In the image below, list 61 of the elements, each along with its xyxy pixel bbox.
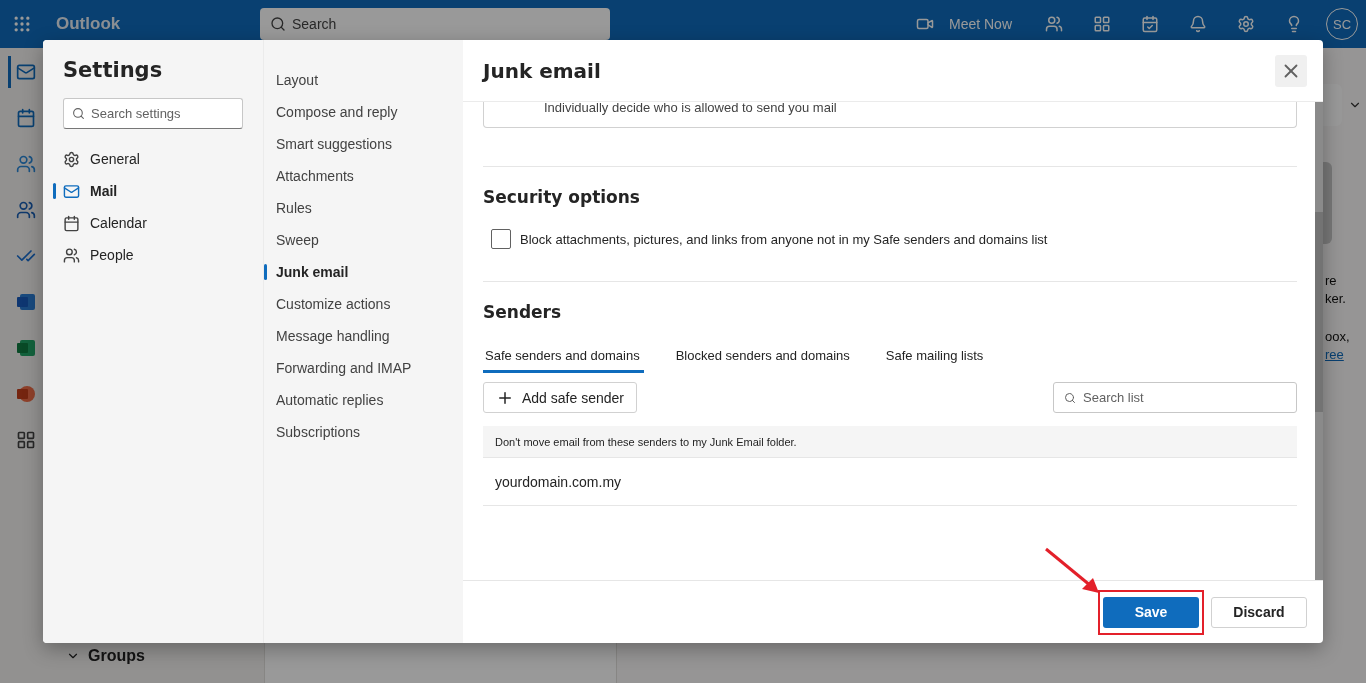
app-name: Outlook bbox=[56, 14, 122, 34]
section-heading: Security options bbox=[483, 186, 641, 208]
app-launcher-icon[interactable] bbox=[12, 14, 32, 34]
search-icon bbox=[72, 107, 85, 120]
tab[interactable]: Safe senders and domains bbox=[483, 342, 644, 373]
info-bar: Don't move email from these senders to my Junk Email folder. bbox=[483, 426, 1297, 458]
calendar-icon bbox=[15, 108, 36, 128]
search-field[interactable]: Search bbox=[260, 8, 610, 40]
people-icon bbox=[15, 154, 36, 174]
search-icon bbox=[1064, 391, 1076, 404]
search-settings-field[interactable]: Search settings bbox=[63, 98, 243, 129]
tab[interactable]: Blocked senders and domains bbox=[673, 342, 854, 373]
settings-subcategory[interactable]: Sweep bbox=[264, 224, 463, 256]
text-fragment: ker. bbox=[1325, 290, 1347, 308]
spreadsheet-icon bbox=[15, 338, 36, 358]
word-icon bbox=[15, 292, 36, 312]
group-icon bbox=[15, 200, 36, 220]
settings-subcategory[interactable]: Customize actions bbox=[264, 288, 463, 320]
settings-subcategory[interactable]: Attachments bbox=[264, 160, 463, 192]
checkbox-label: Block attachments, pictures, and links from anyone not in my Safe senders and domains list bbox=[520, 231, 1048, 247]
meet-now-button[interactable]: Meet Now bbox=[948, 16, 1012, 32]
settings-subcategory[interactable]: Layout bbox=[264, 64, 463, 96]
settings-subcategory[interactable]: Automatic replies bbox=[264, 384, 463, 416]
search-icon bbox=[270, 16, 286, 32]
settings-category[interactable]: Calendar bbox=[53, 207, 243, 239]
settings-subcategory[interactable]: Rules bbox=[264, 192, 463, 224]
settings-icon bbox=[63, 150, 80, 168]
settings-category[interactable]: General bbox=[53, 143, 243, 175]
apps-icon bbox=[15, 430, 36, 450]
checkbox[interactable] bbox=[491, 229, 511, 249]
mail-icon bbox=[15, 62, 36, 82]
text-fragment: re bbox=[1325, 272, 1338, 290]
add-safe-sender-button[interactable]: Add safe sender bbox=[483, 382, 637, 413]
settings-subcategory[interactable]: Smart suggestions bbox=[264, 128, 463, 160]
people-icon bbox=[63, 246, 80, 264]
search-list-field[interactable]: Search list bbox=[1053, 382, 1297, 413]
mail-icon bbox=[63, 182, 80, 200]
calendar-icon bbox=[63, 214, 80, 232]
presentation-icon bbox=[15, 384, 36, 404]
sender-entry[interactable]: yourdomain.com.my bbox=[483, 458, 1297, 506]
dialog-title: Settings bbox=[63, 58, 164, 82]
save-button[interactable]: Save bbox=[1103, 596, 1199, 628]
settings-icon[interactable] bbox=[1237, 15, 1255, 33]
text-fragment: oox, bbox=[1325, 328, 1351, 346]
groups-folder[interactable]: Groups bbox=[66, 647, 264, 665]
section-heading: Senders bbox=[483, 301, 563, 323]
panel-title: Junk email bbox=[483, 58, 601, 83]
close-button[interactable] bbox=[1275, 54, 1307, 87]
settings-subcategory[interactable]: Message handling bbox=[264, 320, 463, 352]
settings-subcategory[interactable]: Compose and reply bbox=[264, 96, 463, 128]
settings-subcategory[interactable]: Forwarding and IMAP bbox=[264, 352, 463, 384]
calendar-check-icon[interactable] bbox=[1141, 15, 1159, 33]
tab[interactable]: Safe mailing lists bbox=[883, 342, 988, 373]
discard-button[interactable]: Discard bbox=[1211, 596, 1307, 628]
settings-subcategory[interactable]: Junk email bbox=[264, 256, 463, 288]
option-description: Individually decide who is allowed to send you mail bbox=[544, 102, 837, 115]
settings-subcategory[interactable]: Subscriptions bbox=[264, 416, 463, 448]
settings-category[interactable]: People bbox=[53, 239, 243, 271]
scrollbar-thumb[interactable] bbox=[1315, 212, 1323, 412]
bell-icon[interactable] bbox=[1189, 15, 1207, 33]
settings-category[interactable]: Mail bbox=[53, 175, 243, 207]
